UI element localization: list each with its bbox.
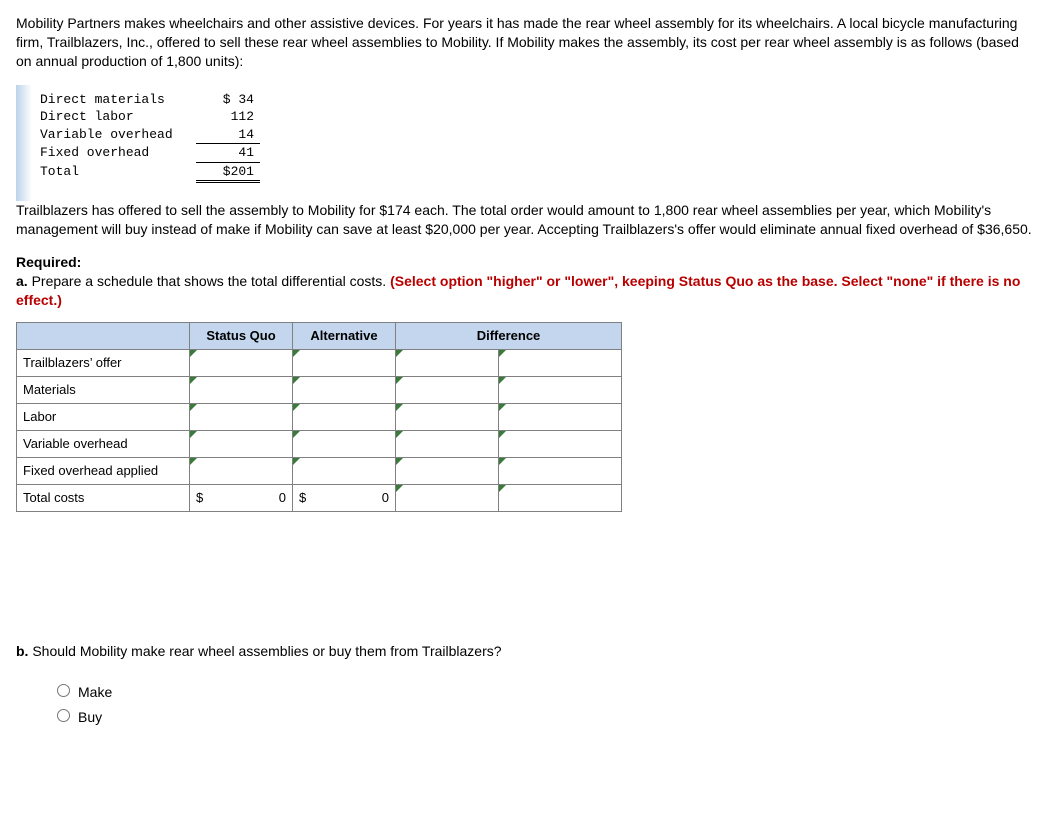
part-a-text: Prepare a schedule that shows the total … (28, 273, 390, 289)
corner-tick-icon (396, 458, 403, 465)
gradient-bar (16, 85, 32, 202)
input-alternative-labor[interactable] (293, 403, 396, 430)
schedule-header-statusquo: Status Quo (190, 322, 293, 349)
corner-tick-icon (190, 458, 197, 465)
cost-row-label: Variable overhead (34, 126, 196, 144)
input-diff-amount-labor[interactable] (396, 403, 499, 430)
corner-tick-icon (190, 404, 197, 411)
input-statusquo-labor[interactable] (190, 403, 293, 430)
required-label: Required: (16, 253, 1038, 272)
corner-tick-icon (190, 377, 197, 384)
input-alternative-materials[interactable] (293, 376, 396, 403)
input-diff-amount-total[interactable] (396, 484, 499, 511)
input-diff-amount-varoh[interactable] (396, 430, 499, 457)
input-diff-dir-labor[interactable] (499, 403, 622, 430)
row-label-varoh: Variable overhead (17, 430, 190, 457)
row-label-total: Total costs (17, 484, 190, 511)
input-diff-amount-offer[interactable] (396, 349, 499, 376)
total-statusquo: $0 (190, 484, 293, 511)
corner-tick-icon (293, 350, 300, 357)
cost-row-label: Direct materials (34, 91, 196, 109)
row-label-materials: Materials (17, 376, 190, 403)
corner-tick-icon (499, 404, 506, 411)
corner-tick-icon (293, 458, 300, 465)
cost-row-label: Fixed overhead (34, 144, 196, 163)
corner-tick-icon (190, 350, 197, 357)
input-diff-amount-fixedoh[interactable] (396, 457, 499, 484)
corner-tick-icon (293, 404, 300, 411)
corner-tick-icon (190, 431, 197, 438)
option-make-label[interactable]: Make (52, 681, 1038, 702)
input-diff-dir-varoh[interactable] (499, 430, 622, 457)
part-a-prompt: a. Prepare a schedule that shows the tot… (16, 272, 1038, 310)
cost-row-value: 41 (196, 144, 260, 163)
cost-row-value: 112 (196, 108, 260, 126)
intro-paragraph-1: Mobility Partners makes wheelchairs and … (16, 14, 1036, 71)
cost-table-wrap: Direct materials$ 34 Direct labor112 Var… (16, 85, 296, 202)
corner-tick-icon (499, 431, 506, 438)
corner-tick-icon (396, 404, 403, 411)
make-buy-radio-group: Make Buy (52, 681, 1038, 727)
part-b-text: Should Mobility make rear wheel assembli… (28, 643, 501, 659)
corner-tick-icon (293, 377, 300, 384)
input-alternative-offer[interactable] (293, 349, 396, 376)
input-statusquo-fixedoh[interactable] (190, 457, 293, 484)
cost-total-label: Total (34, 162, 196, 182)
corner-tick-icon (293, 431, 300, 438)
corner-tick-icon (396, 377, 403, 384)
part-a-lead: a. (16, 273, 28, 289)
schedule-header-blank (17, 322, 190, 349)
cost-row-label: Direct labor (34, 108, 196, 126)
schedule-table: Status Quo Alternative Difference Trailb… (16, 322, 622, 512)
corner-tick-icon (396, 485, 403, 492)
option-make-radio[interactable] (57, 684, 70, 697)
input-statusquo-varoh[interactable] (190, 430, 293, 457)
schedule-header-alternative: Alternative (293, 322, 396, 349)
cost-row-value: 14 (196, 126, 260, 144)
input-alternative-fixedoh[interactable] (293, 457, 396, 484)
option-buy-radio[interactable] (57, 709, 70, 722)
input-statusquo-materials[interactable] (190, 376, 293, 403)
corner-tick-icon (499, 377, 506, 384)
corner-tick-icon (396, 350, 403, 357)
input-diff-dir-total[interactable] (499, 484, 622, 511)
row-label-labor: Labor (17, 403, 190, 430)
total-alternative: $0 (293, 484, 396, 511)
schedule-header-difference: Difference (396, 322, 622, 349)
input-alternative-varoh[interactable] (293, 430, 396, 457)
input-statusquo-offer[interactable] (190, 349, 293, 376)
corner-tick-icon (396, 431, 403, 438)
corner-tick-icon (499, 350, 506, 357)
cost-table: Direct materials$ 34 Direct labor112 Var… (34, 91, 260, 184)
input-diff-dir-fixedoh[interactable] (499, 457, 622, 484)
part-b-prompt: b. Should Mobility make rear wheel assem… (16, 642, 1038, 661)
corner-tick-icon (499, 485, 506, 492)
option-buy-label[interactable]: Buy (52, 706, 1038, 727)
row-label-offer: Trailblazers’ offer (17, 349, 190, 376)
cost-row-value: $ 34 (196, 91, 260, 109)
corner-tick-icon (499, 458, 506, 465)
cost-total-value: $201 (196, 162, 260, 182)
input-diff-dir-offer[interactable] (499, 349, 622, 376)
input-diff-dir-materials[interactable] (499, 376, 622, 403)
intro-paragraph-2: Trailblazers has offered to sell the ass… (16, 201, 1036, 239)
input-diff-amount-materials[interactable] (396, 376, 499, 403)
row-label-fixedoh: Fixed overhead applied (17, 457, 190, 484)
part-b-lead: b. (16, 643, 28, 659)
